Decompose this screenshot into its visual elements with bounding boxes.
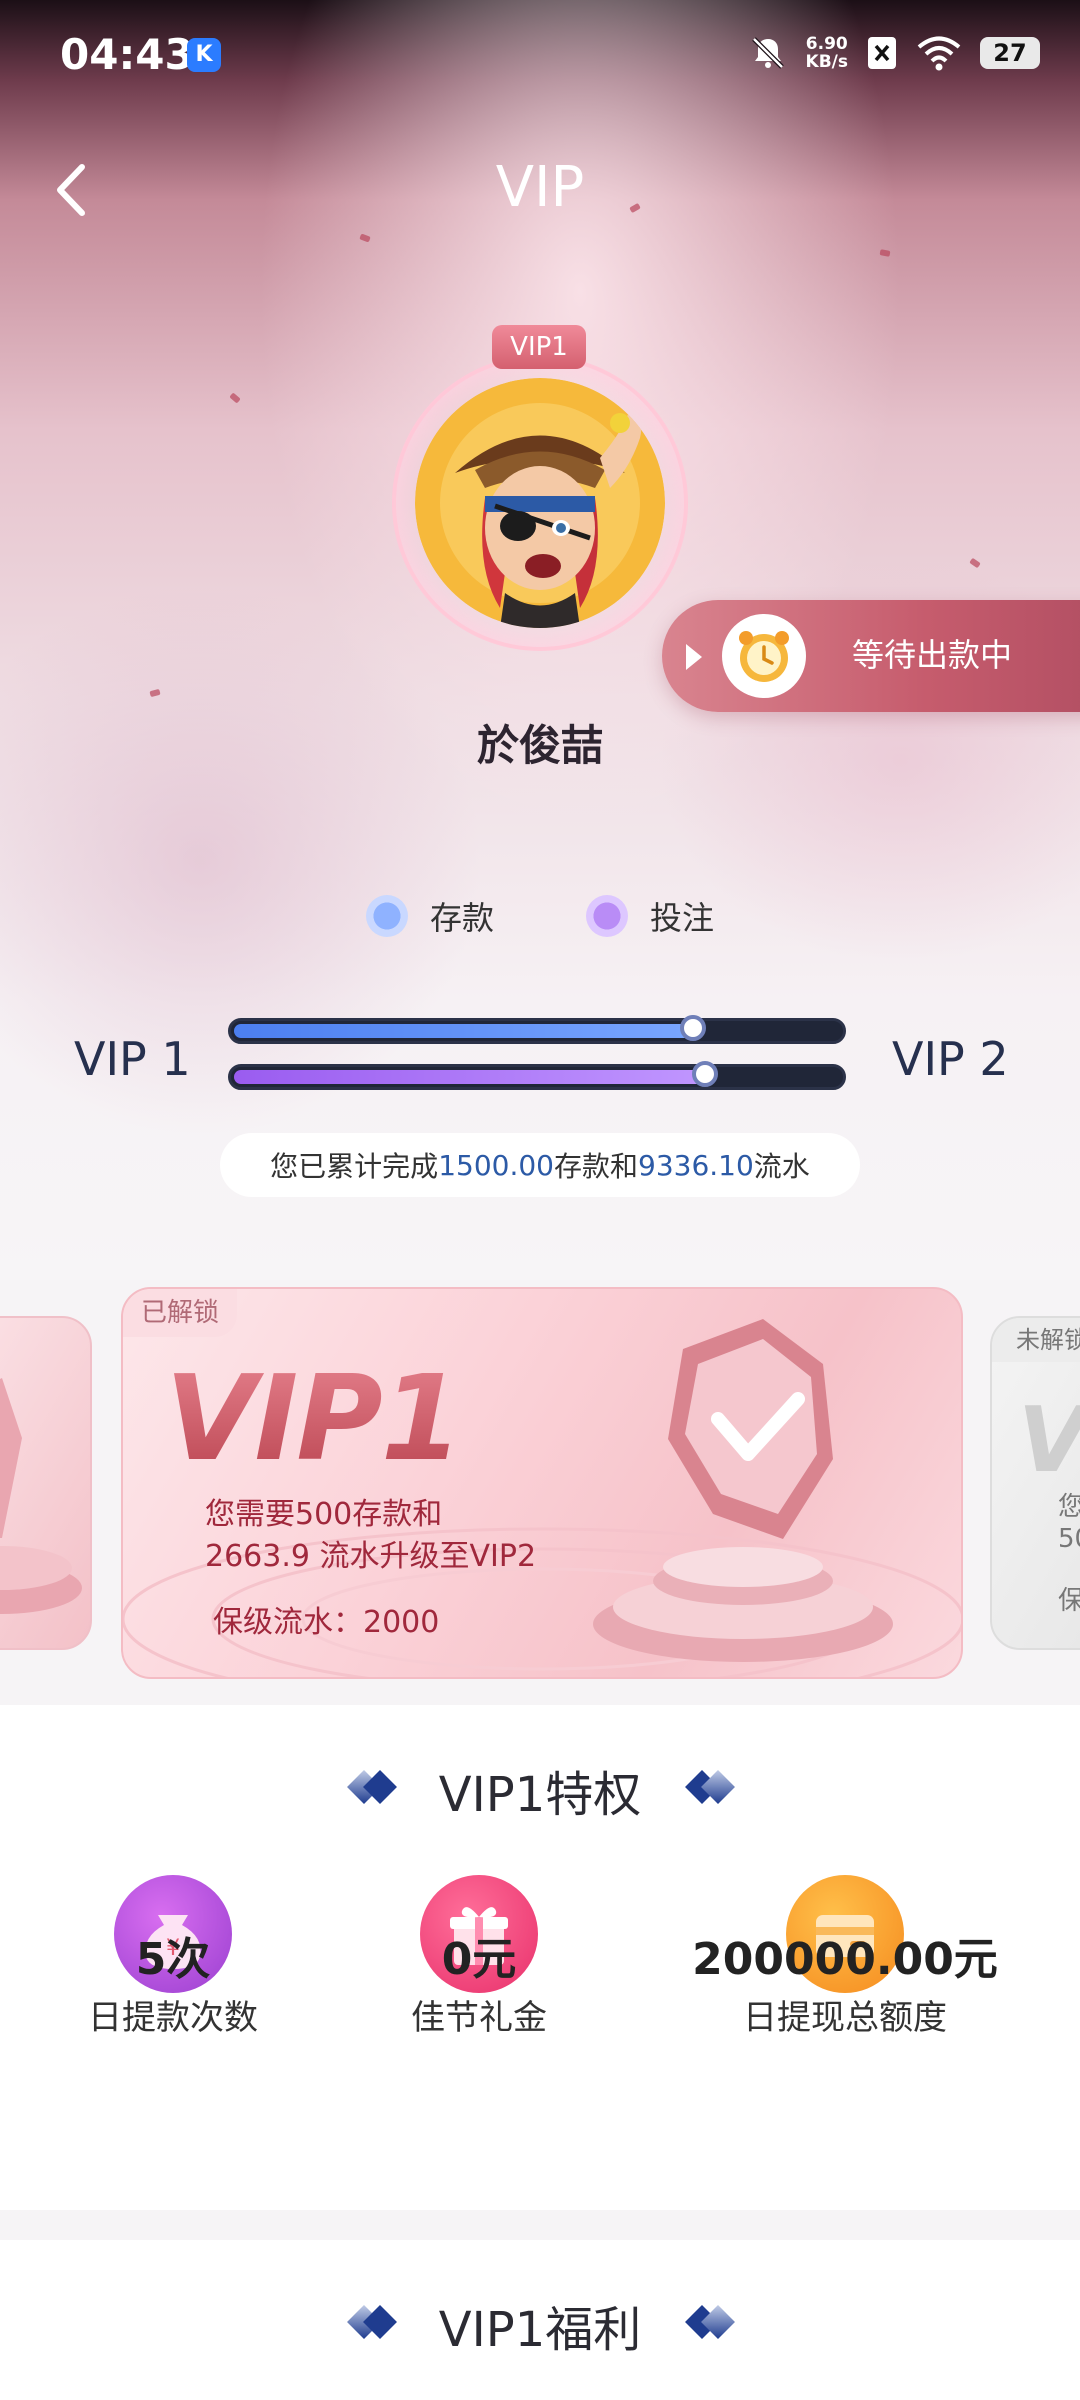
card-level-title: VIP1 — [165, 1349, 463, 1487]
next-card-title: V — [1018, 1388, 1080, 1493]
play-triangle-icon — [686, 644, 702, 670]
alarm-clock-icon — [722, 614, 806, 698]
summary-turnover-amount: 9336.10 — [638, 1148, 754, 1182]
confetti — [879, 249, 891, 257]
bell-muted-icon — [751, 37, 784, 69]
confetti — [229, 392, 241, 404]
progress-summary: 您已累计完成 1500.00 存款和 9336.10 流水 — [220, 1133, 860, 1197]
status-bar: 04:43 K 6.90 KB/s 27 — [0, 0, 1080, 110]
wifi-icon — [917, 36, 961, 71]
perk-holiday-bonus-value: 0元 — [441, 1934, 517, 1985]
avatar[interactable] — [415, 378, 665, 628]
pedestal-decoration-icon — [0, 1378, 82, 1614]
page-title: VIP — [495, 155, 585, 220]
legend-deposit: 存款 — [366, 893, 494, 939]
status-right-icons: 6.90 KB/s 27 — [748, 28, 1040, 78]
confetti — [149, 688, 161, 698]
username: 於俊喆 — [476, 721, 603, 770]
next-card-line3: 保 — [1058, 1580, 1080, 1617]
vip-level-badge: VIP1 — [492, 325, 586, 369]
deposit-progress-knob — [680, 1015, 706, 1041]
pirate-avatar-icon — [415, 378, 665, 628]
sim-x-icon — [868, 37, 896, 69]
battery-indicator: 27 — [980, 37, 1040, 69]
legend-bet-label: 投注 — [650, 899, 715, 937]
bet-progress-fill — [234, 1070, 705, 1084]
net-speed-value: 6.90 — [805, 34, 848, 54]
pending-withdrawal-label: 等待出款中 — [852, 636, 1013, 674]
perk-withdraw-count-value: 5次 — [135, 1934, 211, 1985]
next-card-line1: 您 — [1058, 1486, 1080, 1523]
deposit-dot-icon — [366, 895, 408, 937]
privileges-title: VIP1特权 — [438, 1767, 642, 1823]
unlocked-tag: 已解锁 — [123, 1289, 237, 1337]
perk-daily-limit-value: 200000.00元 — [692, 1934, 998, 1985]
card-requirement-line2: 2663.9 流水升级至VIP2 — [205, 1539, 537, 1574]
summary-middle: 存款和 — [553, 1150, 638, 1183]
card-requirement-line1: 您需要500存款和 — [205, 1497, 443, 1532]
legend-deposit-label: 存款 — [430, 899, 495, 937]
status-time: 04:43 — [60, 30, 194, 79]
vip-card-next[interactable]: 未解锁 V 您 50 保 — [990, 1316, 1080, 1650]
net-speed-unit: KB/s — [805, 52, 848, 72]
perk-daily-limit-label: 日提现总额度 — [743, 1998, 947, 2038]
bet-progress-knob — [692, 1061, 718, 1087]
vip-card-current[interactable]: 已解锁 VIP1 您需要500存款和 2663.9 流水升级至VIP2 保级流水… — [121, 1287, 963, 1679]
deposit-progress-bar — [228, 1015, 846, 1044]
perk-holiday-bonus-label: 佳节礼金 — [411, 1998, 547, 2038]
card-retain-turnover: 保级流水：2000 — [213, 1605, 440, 1640]
next-card-line2: 50 — [1058, 1524, 1080, 1554]
vip-card-previous[interactable] — [0, 1316, 92, 1650]
summary-suffix: 流水 — [753, 1150, 810, 1183]
summary-deposit-amount: 1500.00 — [438, 1148, 554, 1182]
net-speed: 6.90 KB/s — [806, 35, 848, 71]
legend-bet: 投注 — [586, 893, 714, 939]
perk-withdraw-count-label: 日提款次数 — [88, 1998, 258, 2038]
benefits-title: VIP1福利 — [438, 2302, 642, 2358]
next-level-label: VIP 2 — [892, 1032, 1009, 1086]
pending-withdrawal-button[interactable]: 等待出款中 — [662, 600, 1080, 712]
benefits-section: VIP1福利 — [0, 2240, 1080, 2400]
confetti — [969, 557, 981, 569]
current-level-label: VIP 1 — [74, 1032, 191, 1086]
locked-tag: 未解锁 — [992, 1318, 1080, 1362]
app-notification-icon: K — [187, 38, 221, 72]
confetti — [359, 233, 371, 243]
privileges-section: VIP1特权 ¥ 5次 日提款次数 0元 佳节礼金 200000.00元 日提现… — [0, 1705, 1080, 2210]
bet-progress-bar — [228, 1061, 846, 1090]
deposit-progress-fill — [234, 1024, 693, 1038]
bet-dot-icon — [586, 895, 628, 937]
summary-prefix: 您已累计完成 — [270, 1150, 439, 1183]
